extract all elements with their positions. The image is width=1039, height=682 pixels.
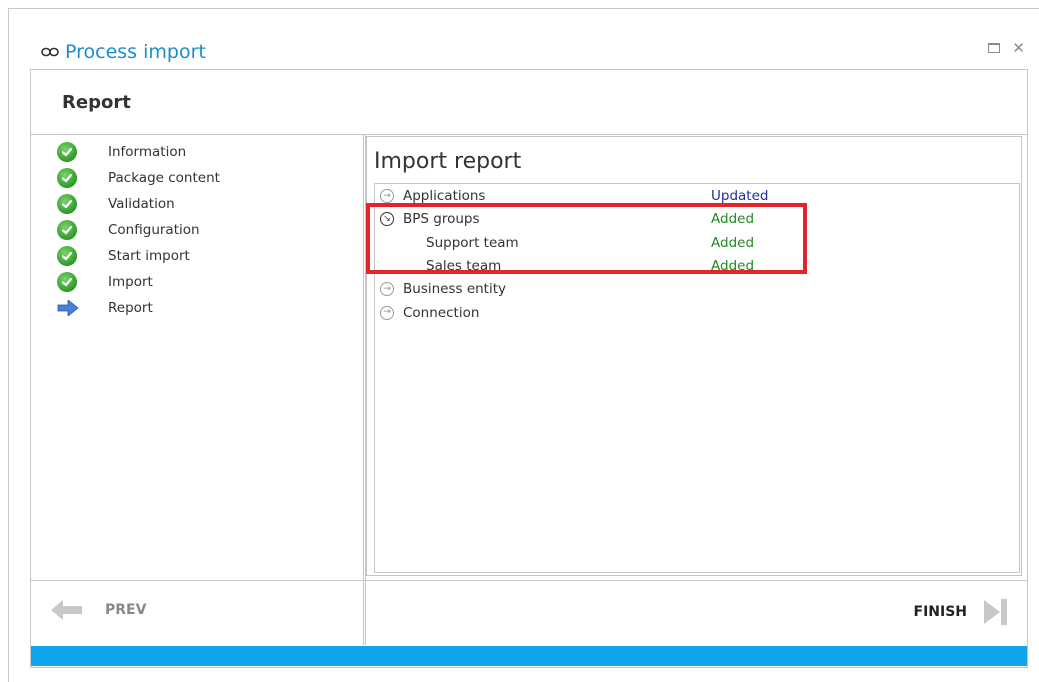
finish-button[interactable]: FINISH	[914, 597, 1010, 627]
arrow-right-icon	[57, 300, 79, 316]
checkmark-icon	[57, 246, 77, 266]
row-name: Support team	[426, 234, 519, 251]
checkmark-icon	[57, 220, 77, 240]
skip-to-end-icon	[984, 599, 1007, 625]
report-row[interactable]: Support team Added	[375, 233, 1019, 255]
report-list: → Applications Updated ↘ BPS groups Added Supp…	[374, 183, 1020, 573]
window-controls: ✕	[988, 41, 1025, 56]
step-item: Report	[57, 298, 153, 318]
report-row[interactable]: → Applications Updated	[375, 186, 1019, 208]
expand-circle-icon[interactable]: →	[380, 305, 394, 320]
step-item: Configuration	[57, 220, 200, 240]
wizard-header: Report	[31, 70, 1027, 135]
report-row[interactable]: ↘ BPS groups Added	[375, 209, 1019, 231]
expand-circle-icon[interactable]: →	[380, 189, 394, 203]
step-item: Start import	[57, 246, 190, 266]
checkmark-icon	[57, 194, 77, 214]
window-title: Process import	[65, 41, 206, 63]
row-name: BPS groups	[403, 211, 480, 228]
step-label: Report	[108, 300, 153, 316]
finish-label: FINISH	[913, 604, 968, 620]
report-row[interactable]: Sales team Added	[375, 256, 1019, 278]
prev-button[interactable]: PREV	[51, 599, 146, 621]
step-label: Configuration	[108, 222, 200, 238]
row-name: Applications	[403, 188, 486, 204]
row-status: Updated	[711, 188, 769, 204]
step-label: Information	[108, 144, 187, 160]
steps-pane: Information Package content Validation Conf…	[31, 134, 366, 580]
report-panel: Import report → Applications Updated ↘ BPS g…	[366, 136, 1022, 576]
footer-right: FINISH	[366, 580, 1027, 645]
prev-label: PREV	[105, 602, 147, 618]
expand-circle-icon[interactable]: →	[380, 282, 394, 297]
row-status: Added	[711, 234, 755, 251]
report-row[interactable]: → Connection	[375, 303, 1019, 325]
step-label: Package content	[108, 170, 220, 186]
step-item: Information	[57, 142, 186, 162]
report-row[interactable]: → Business entity	[375, 279, 1019, 301]
step-label: Validation	[108, 196, 175, 212]
checkmark-icon	[57, 168, 77, 188]
step-item: Validation	[57, 194, 175, 214]
checkmark-icon	[57, 142, 77, 162]
report-title: Import report	[374, 149, 522, 174]
row-name: Sales team	[426, 257, 502, 274]
step-label: Start import	[108, 248, 190, 264]
window-title-bar: Process import	[41, 39, 206, 65]
row-name: Business entity	[403, 281, 507, 298]
maximize-icon[interactable]	[988, 43, 1001, 53]
step-item: Package content	[57, 168, 220, 188]
arrow-left-icon	[51, 600, 82, 620]
step-label: Import	[108, 274, 153, 290]
checkmark-icon	[57, 272, 77, 292]
progress-bar	[31, 646, 1027, 666]
link-icon	[41, 47, 59, 57]
row-status: Added	[711, 257, 755, 274]
wizard-frame: Report Information Package content Validat…	[30, 69, 1028, 668]
footer-left: PREV	[31, 580, 366, 645]
step-item: Import	[57, 272, 153, 292]
page-title: Report	[62, 92, 131, 113]
row-name: Connection	[403, 304, 480, 321]
collapse-circle-icon[interactable]: ↘	[380, 212, 394, 227]
row-status: Added	[711, 211, 755, 228]
close-icon[interactable]: ✕	[1012, 41, 1025, 56]
report-pane: Import report → Applications Updated ↘ BPS g…	[366, 134, 1027, 580]
